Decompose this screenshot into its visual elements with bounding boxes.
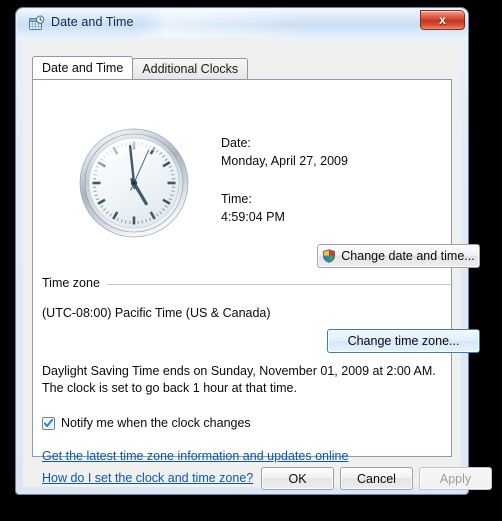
window-title: Date and Time <box>51 15 134 29</box>
desktop-backdrop: Date and Time x Date and Time Additional… <box>0 0 502 521</box>
date-time-calendar-clock-icon <box>28 15 45 32</box>
tab-additional-clocks[interactable]: Additional Clocks <box>132 58 249 79</box>
cancel-button[interactable]: Cancel <box>340 467 413 490</box>
time-zone-group: Time zone <box>42 276 453 292</box>
link-how-to-set-clock[interactable]: How do I set the clock and time zone? <box>42 471 253 485</box>
date-value: Monday, April 27, 2009 <box>221 154 348 168</box>
link-time-zone-updates[interactable]: Get the latest time zone information and… <box>42 449 348 463</box>
date-label: Date: <box>221 136 251 150</box>
time-value: 4:59:04 PM <box>221 210 285 224</box>
window-titlebar[interactable]: Date and Time x <box>17 9 467 38</box>
date-and-time-dialog: Date and Time x Date and Time Additional… <box>16 8 492 494</box>
notify-clock-changes-checkbox-row[interactable]: Notify me when the clock changes <box>42 416 251 430</box>
analog-clock <box>79 128 189 238</box>
apply-label: Apply <box>439 471 472 486</box>
notify-clock-changes-checkbox[interactable] <box>42 416 55 430</box>
cancel-label: Cancel <box>357 471 396 486</box>
apply-button: Apply <box>419 467 492 490</box>
tab-strip: Date and Time Additional Clocks <box>32 56 249 79</box>
notify-clock-changes-label: Notify me when the clock changes <box>61 416 251 430</box>
tab-date-and-time[interactable]: Date and Time <box>32 56 134 79</box>
tab-page-date-and-time: Date: Monday, April 27, 2009 Time: 4:59:… <box>32 79 480 485</box>
uac-shield-icon <box>322 249 336 263</box>
change-date-and-time-button[interactable]: Change date and time... <box>317 244 480 268</box>
ok-button[interactable]: OK <box>261 467 334 490</box>
daylight-saving-text: Daylight Saving Time ends on Sunday, Nov… <box>42 364 436 395</box>
close-icon: x <box>439 13 446 27</box>
close-button[interactable]: x <box>420 10 465 30</box>
dialog-body: Date and Time Additional Clocks Date: Mo… <box>23 39 492 490</box>
change-date-and-time-label: Change date and time... <box>341 249 475 263</box>
ok-label: OK <box>288 471 307 486</box>
change-time-zone-label: Change time zone... <box>347 334 460 348</box>
change-time-zone-button[interactable]: Change time zone... <box>327 329 480 353</box>
time-label: Time: <box>221 192 252 206</box>
tab-label: Date and Time <box>42 61 124 75</box>
time-zone-group-label: Time zone <box>42 276 107 290</box>
time-zone-value: (UTC-08:00) Pacific Time (US & Canada) <box>42 306 271 320</box>
tab-label: Additional Clocks <box>142 62 239 76</box>
